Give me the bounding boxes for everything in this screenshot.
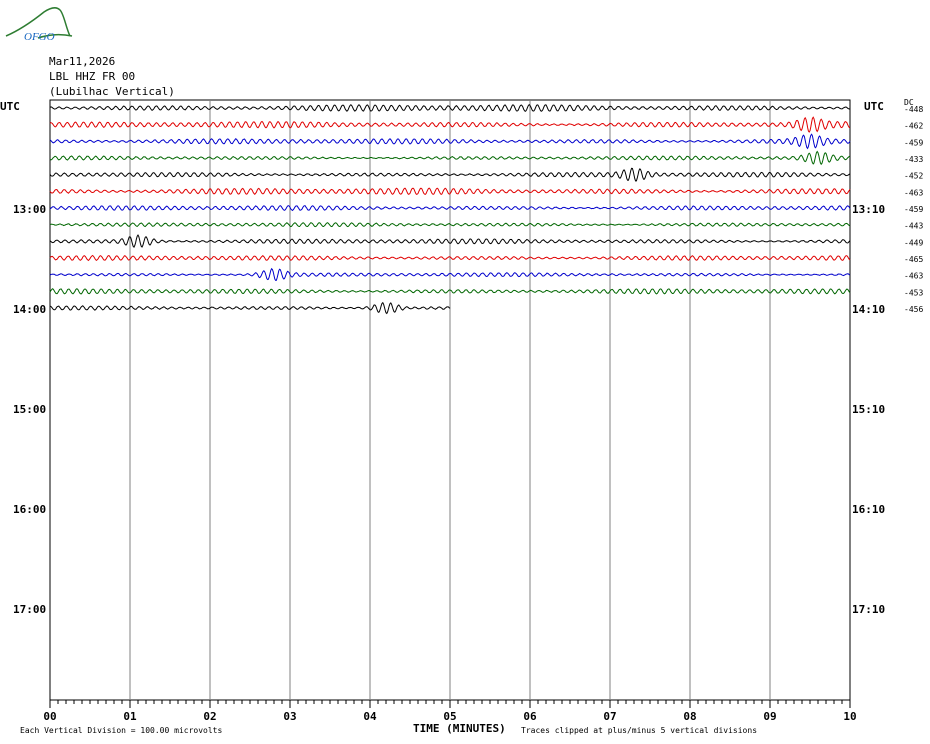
hour-label-left: 16:00 xyxy=(13,503,46,516)
hour-label-left: 15:00 xyxy=(13,403,46,416)
dc-value-label: -465 xyxy=(904,255,923,264)
dc-value-label: -433 xyxy=(904,155,923,164)
hour-label-right: 15:10 xyxy=(852,403,885,416)
station-label: LBL HHZ FR 00 xyxy=(49,70,135,83)
footer-scale-note: Each Vertical Division = 100.00 microvol… xyxy=(20,726,222,735)
ofgo-logo: OFGO xyxy=(5,7,73,43)
minute-tick-label: 04 xyxy=(363,710,377,723)
left-utc-label: UTC xyxy=(0,100,20,113)
dc-value-label: -459 xyxy=(904,138,923,147)
minute-tick-label: 02 xyxy=(203,710,216,723)
hour-label-right: 13:10 xyxy=(852,203,885,216)
dc-value-label: -456 xyxy=(904,305,923,314)
location-label: (Lubilhac Vertical) xyxy=(49,85,175,98)
footer-clip-note: Traces clipped at plus/minus 5 vertical … xyxy=(521,726,757,735)
seismic-trace xyxy=(49,301,451,315)
right-hour-labels: 13:10 14:10 15:10 16:10 17:10 xyxy=(852,203,885,616)
dc-value-label: -443 xyxy=(904,222,923,231)
hour-label-left: 17:00 xyxy=(13,603,46,616)
dc-value-label: -452 xyxy=(904,172,923,181)
x-axis-title: TIME (MINUTES) xyxy=(413,722,506,735)
hour-label-right: 14:10 xyxy=(852,303,885,316)
dc-value-label: -462 xyxy=(904,122,923,131)
minute-tick-label: 09 xyxy=(763,710,776,723)
bottom-minute-ticks xyxy=(49,700,851,708)
right-utc-label: UTC xyxy=(864,100,884,113)
minute-tick-label: 00 xyxy=(43,710,56,723)
dc-value-label: -449 xyxy=(904,238,923,247)
hour-label-left: 13:00 xyxy=(13,203,46,216)
dc-value-label: -463 xyxy=(904,272,923,281)
minute-tick-label: 07 xyxy=(603,710,616,723)
left-hour-labels: 13:00 14:00 15:00 16:00 17:00 xyxy=(13,203,46,616)
hour-label-right: 16:10 xyxy=(852,503,885,516)
date-label: Mar11,2026 xyxy=(49,55,115,68)
hour-label-right: 17:10 xyxy=(852,603,885,616)
minute-tick-label: 08 xyxy=(683,710,696,723)
minute-tick-label: 03 xyxy=(283,710,296,723)
dc-value-labels: -448 -462 -459 -433 -452 -463 -459 -443 -449 -465… xyxy=(904,105,923,314)
hour-label-left: 14:00 xyxy=(13,303,46,316)
dc-value-label: -459 xyxy=(904,205,923,214)
minute-tick-label: 10 xyxy=(843,710,856,723)
dc-value-label: -453 xyxy=(904,288,923,297)
minute-gridlines xyxy=(129,100,771,700)
dc-value-label: -448 xyxy=(904,105,923,114)
helicorder-plot: OFGO Mar11,2026 LBL HHZ FR 00 (Lubilhac … xyxy=(0,7,923,735)
minute-tick-label: 01 xyxy=(123,710,137,723)
minute-tick-label: 06 xyxy=(523,710,537,723)
logo-text: OFGO xyxy=(24,31,55,43)
dc-value-label: -463 xyxy=(904,188,923,197)
